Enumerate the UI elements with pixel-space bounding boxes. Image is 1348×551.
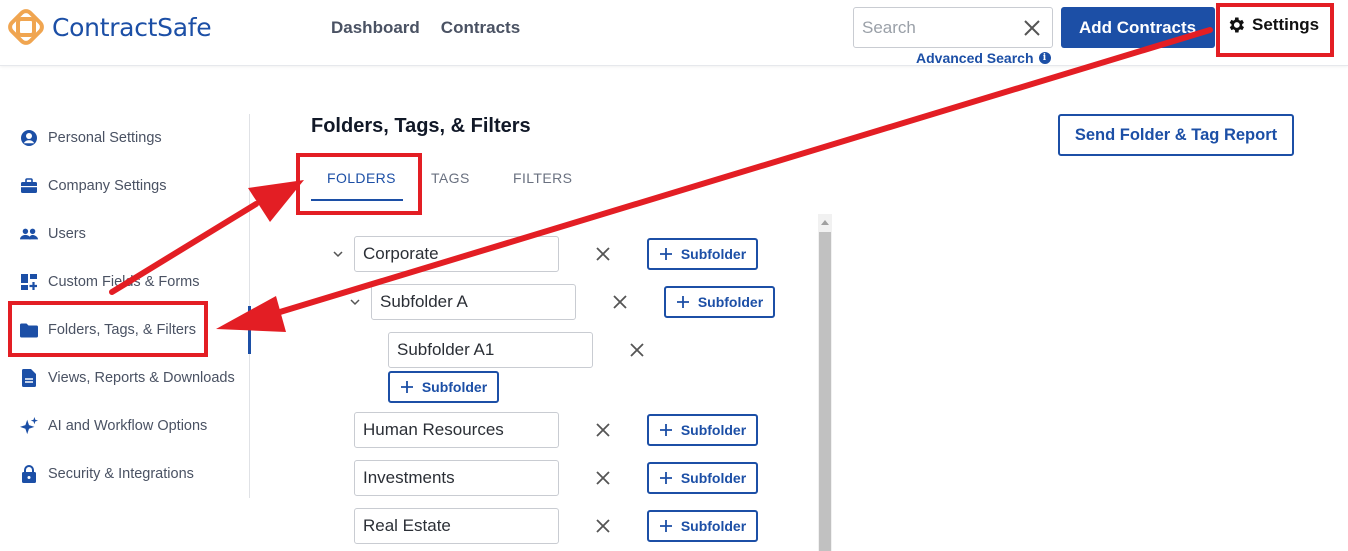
triangle-up-icon bbox=[821, 219, 829, 225]
subfolder-label: Subfolder bbox=[680, 246, 747, 262]
chevron-down-icon[interactable] bbox=[349, 298, 361, 306]
nav-contracts[interactable]: Contracts bbox=[441, 18, 520, 38]
plus-icon bbox=[676, 296, 689, 308]
folder-name-input[interactable]: Human Resources bbox=[354, 412, 559, 448]
send-report-button[interactable]: Send Folder & Tag Report bbox=[1058, 114, 1294, 156]
sidebar-item-label: Personal Settings bbox=[48, 130, 162, 146]
search-box bbox=[853, 7, 1053, 48]
close-icon[interactable] bbox=[1022, 18, 1042, 38]
folder-name-input[interactable]: Corporate bbox=[354, 236, 559, 272]
plus-icon bbox=[659, 424, 672, 436]
sidebar-item-personal-settings[interactable]: Personal Settings bbox=[20, 126, 162, 150]
users-icon bbox=[20, 225, 38, 243]
tab-tags[interactable]: TAGS bbox=[431, 170, 470, 186]
subfolder-label: Subfolder bbox=[680, 422, 747, 438]
add-subfolder-button[interactable]: Subfolder bbox=[647, 414, 758, 446]
subfolder-label: Subfolder bbox=[680, 518, 747, 534]
page-title: Folders, Tags, & Filters bbox=[311, 115, 531, 137]
user-circle-icon bbox=[20, 129, 38, 147]
plus-icon bbox=[659, 472, 672, 484]
advanced-search-label: Advanced Search bbox=[916, 50, 1034, 66]
info-icon: i bbox=[1038, 52, 1051, 64]
main-nav: Dashboard Contracts bbox=[331, 18, 520, 38]
subfolder-label: Subfolder bbox=[421, 379, 488, 395]
subfolder-label: Subfolder bbox=[697, 294, 764, 310]
add-contracts-button[interactable]: Add Contracts bbox=[1061, 7, 1215, 48]
folder-name-input[interactable]: Subfolder A1 bbox=[388, 332, 593, 368]
scrollbar-thumb[interactable] bbox=[819, 232, 831, 551]
sidebar-item-label: Views, Reports & Downloads bbox=[48, 370, 235, 386]
sidebar-item-custom-fields[interactable]: Custom Fields & Forms bbox=[20, 270, 199, 294]
tab-filters[interactable]: FILTERS bbox=[513, 170, 572, 186]
sidebar-active-indicator bbox=[248, 306, 251, 354]
sidebar-item-label: Custom Fields & Forms bbox=[48, 274, 200, 290]
add-subfolder-button[interactable]: Subfolder bbox=[647, 510, 758, 542]
sidebar-item-views-reports[interactable]: Views, Reports & Downloads bbox=[20, 366, 235, 390]
add-subfolder-button[interactable]: Subfolder bbox=[388, 371, 499, 403]
sidebar-item-label: Users bbox=[48, 226, 86, 242]
scroll-up-arrow[interactable] bbox=[818, 214, 832, 230]
folder-name-input[interactable]: Subfolder A bbox=[371, 284, 576, 320]
document-icon bbox=[20, 369, 38, 387]
briefcase-icon bbox=[20, 177, 38, 195]
sidebar-item-label: Security & Integrations bbox=[48, 466, 194, 482]
folder-name-input[interactable]: Real Estate bbox=[354, 508, 559, 544]
nav-dashboard[interactable]: Dashboard bbox=[331, 18, 420, 38]
close-icon[interactable] bbox=[595, 470, 611, 486]
plus-icon bbox=[400, 381, 413, 393]
close-icon[interactable] bbox=[595, 518, 611, 534]
plus-icon bbox=[659, 520, 672, 532]
annotation-box-tab bbox=[296, 153, 422, 215]
add-subfolder-button[interactable]: Subfolder bbox=[647, 462, 758, 494]
logo[interactable]: ContractSafe bbox=[8, 9, 212, 45]
lock-icon bbox=[20, 465, 38, 483]
top-header: ContractSafe Dashboard Contracts Advance… bbox=[0, 0, 1348, 66]
close-icon[interactable] bbox=[595, 246, 611, 262]
advanced-search-link[interactable]: Advanced Search i bbox=[916, 50, 1051, 66]
dashboard-icon bbox=[20, 273, 38, 291]
annotation-box-folders bbox=[8, 301, 208, 357]
sparkle-icon bbox=[20, 417, 38, 435]
sidebar-item-company-settings[interactable]: Company Settings bbox=[20, 174, 166, 198]
add-subfolder-button[interactable]: Subfolder bbox=[647, 238, 758, 270]
add-subfolder-button[interactable]: Subfolder bbox=[664, 286, 775, 318]
logo-text: ContractSafe bbox=[52, 12, 212, 42]
annotation-box-settings bbox=[1216, 3, 1334, 57]
close-icon[interactable] bbox=[629, 342, 645, 358]
logo-icon bbox=[8, 9, 44, 45]
plus-icon bbox=[659, 248, 672, 260]
sidebar-item-label: Company Settings bbox=[48, 178, 167, 194]
sidebar-item-security[interactable]: Security & Integrations bbox=[20, 462, 194, 486]
folder-name-input[interactable]: Investments bbox=[354, 460, 559, 496]
close-icon[interactable] bbox=[595, 422, 611, 438]
sidebar-item-label: AI and Workflow Options bbox=[48, 418, 208, 434]
search-input[interactable] bbox=[854, 8, 1014, 47]
subfolder-label: Subfolder bbox=[680, 470, 747, 486]
sidebar-item-users[interactable]: Users bbox=[20, 222, 86, 246]
chevron-down-icon[interactable] bbox=[332, 250, 344, 258]
sidebar-item-ai-workflow[interactable]: AI and Workflow Options bbox=[20, 414, 207, 438]
close-icon[interactable] bbox=[612, 294, 628, 310]
